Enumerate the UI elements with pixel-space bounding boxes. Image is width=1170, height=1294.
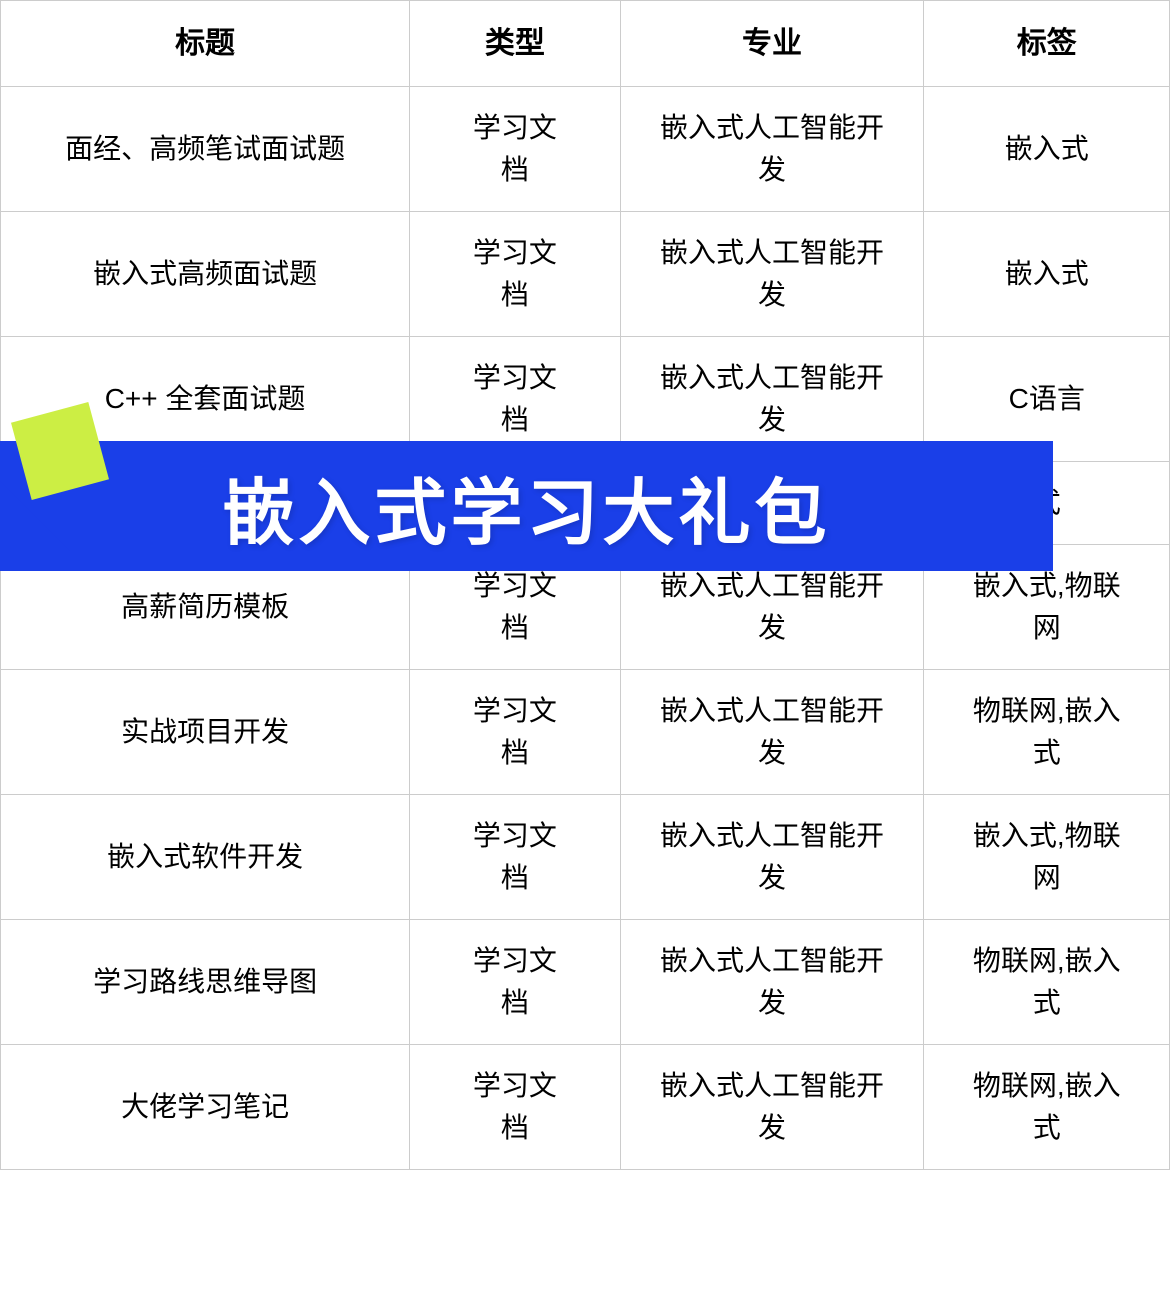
row-type: 学习文 档 bbox=[410, 87, 620, 212]
header-major: 专业 bbox=[620, 1, 924, 87]
row-title: 嵌入式高频面试题 bbox=[1, 212, 410, 337]
row-title: 学习路线思维导图 bbox=[1, 920, 410, 1045]
row-major: 嵌入式人工智能开 发 bbox=[620, 1045, 924, 1170]
row-major: 嵌入式人工智能开 发 bbox=[620, 795, 924, 920]
table-row: 实战项目开发学习文 档嵌入式人工智能开 发物联网,嵌入 式 bbox=[1, 670, 1170, 795]
row-major: 嵌入式人工智能开 发 bbox=[620, 670, 924, 795]
row-tag: 物联网,嵌入 式 bbox=[924, 670, 1170, 795]
row-major: 嵌入式人工智能开 发 bbox=[620, 87, 924, 212]
row-tag: 嵌入式 bbox=[924, 212, 1170, 337]
row-title: 面经、高频笔试面试题 bbox=[1, 87, 410, 212]
row-type: 学习文 档 bbox=[410, 670, 620, 795]
row-type: 学习文 档 bbox=[410, 1045, 620, 1170]
row-title: 实战项目开发 bbox=[1, 670, 410, 795]
row-tag: 物联网,嵌入 式 bbox=[924, 920, 1170, 1045]
header-tag: 标签 bbox=[924, 1, 1170, 87]
header-title: 标题 bbox=[1, 1, 410, 87]
table-row: 大佬学习笔记学习文 档嵌入式人工智能开 发物联网,嵌入 式 bbox=[1, 1045, 1170, 1170]
table-row: 嵌入式软件开发学习文 档嵌入式人工智能开 发嵌入式,物联 网 bbox=[1, 795, 1170, 920]
resource-table: 标题 类型 专业 标签 面经、高频笔试面试题学习文 档嵌入式人工智能开 发嵌入式… bbox=[0, 0, 1170, 1170]
table-row: 嵌入式高频面试题学习文 档嵌入式人工智能开 发嵌入式 bbox=[1, 212, 1170, 337]
row-title: 大佬学习笔记 bbox=[1, 1045, 410, 1170]
table-row: 面经、高频笔试面试题学习文 档嵌入式人工智能开 发嵌入式 bbox=[1, 87, 1170, 212]
row-major: 嵌入式人工智能开 发 bbox=[620, 212, 924, 337]
row-type: 学习文 档 bbox=[410, 920, 620, 1045]
promo-banner: 嵌入式学习大礼包 bbox=[0, 441, 1053, 571]
banner-text: 嵌入式学习大礼包 bbox=[222, 436, 830, 577]
table-header-row: 标题 类型 专业 标签 bbox=[1, 1, 1170, 87]
row-type: 学习文 档 bbox=[410, 795, 620, 920]
row-title: 嵌入式软件开发 bbox=[1, 795, 410, 920]
row-tag: 嵌入式 bbox=[924, 87, 1170, 212]
blue-triangle-decoration bbox=[0, 481, 70, 551]
row-tag: 嵌入式,物联 网 bbox=[924, 795, 1170, 920]
row-tag: 物联网,嵌入 式 bbox=[924, 1045, 1170, 1170]
table-row: 学习路线思维导图学习文 档嵌入式人工智能开 发物联网,嵌入 式 bbox=[1, 920, 1170, 1045]
row-major: 嵌入式人工智能开 发 bbox=[620, 920, 924, 1045]
row-type: 学习文 档 bbox=[410, 212, 620, 337]
header-type: 类型 bbox=[410, 1, 620, 87]
